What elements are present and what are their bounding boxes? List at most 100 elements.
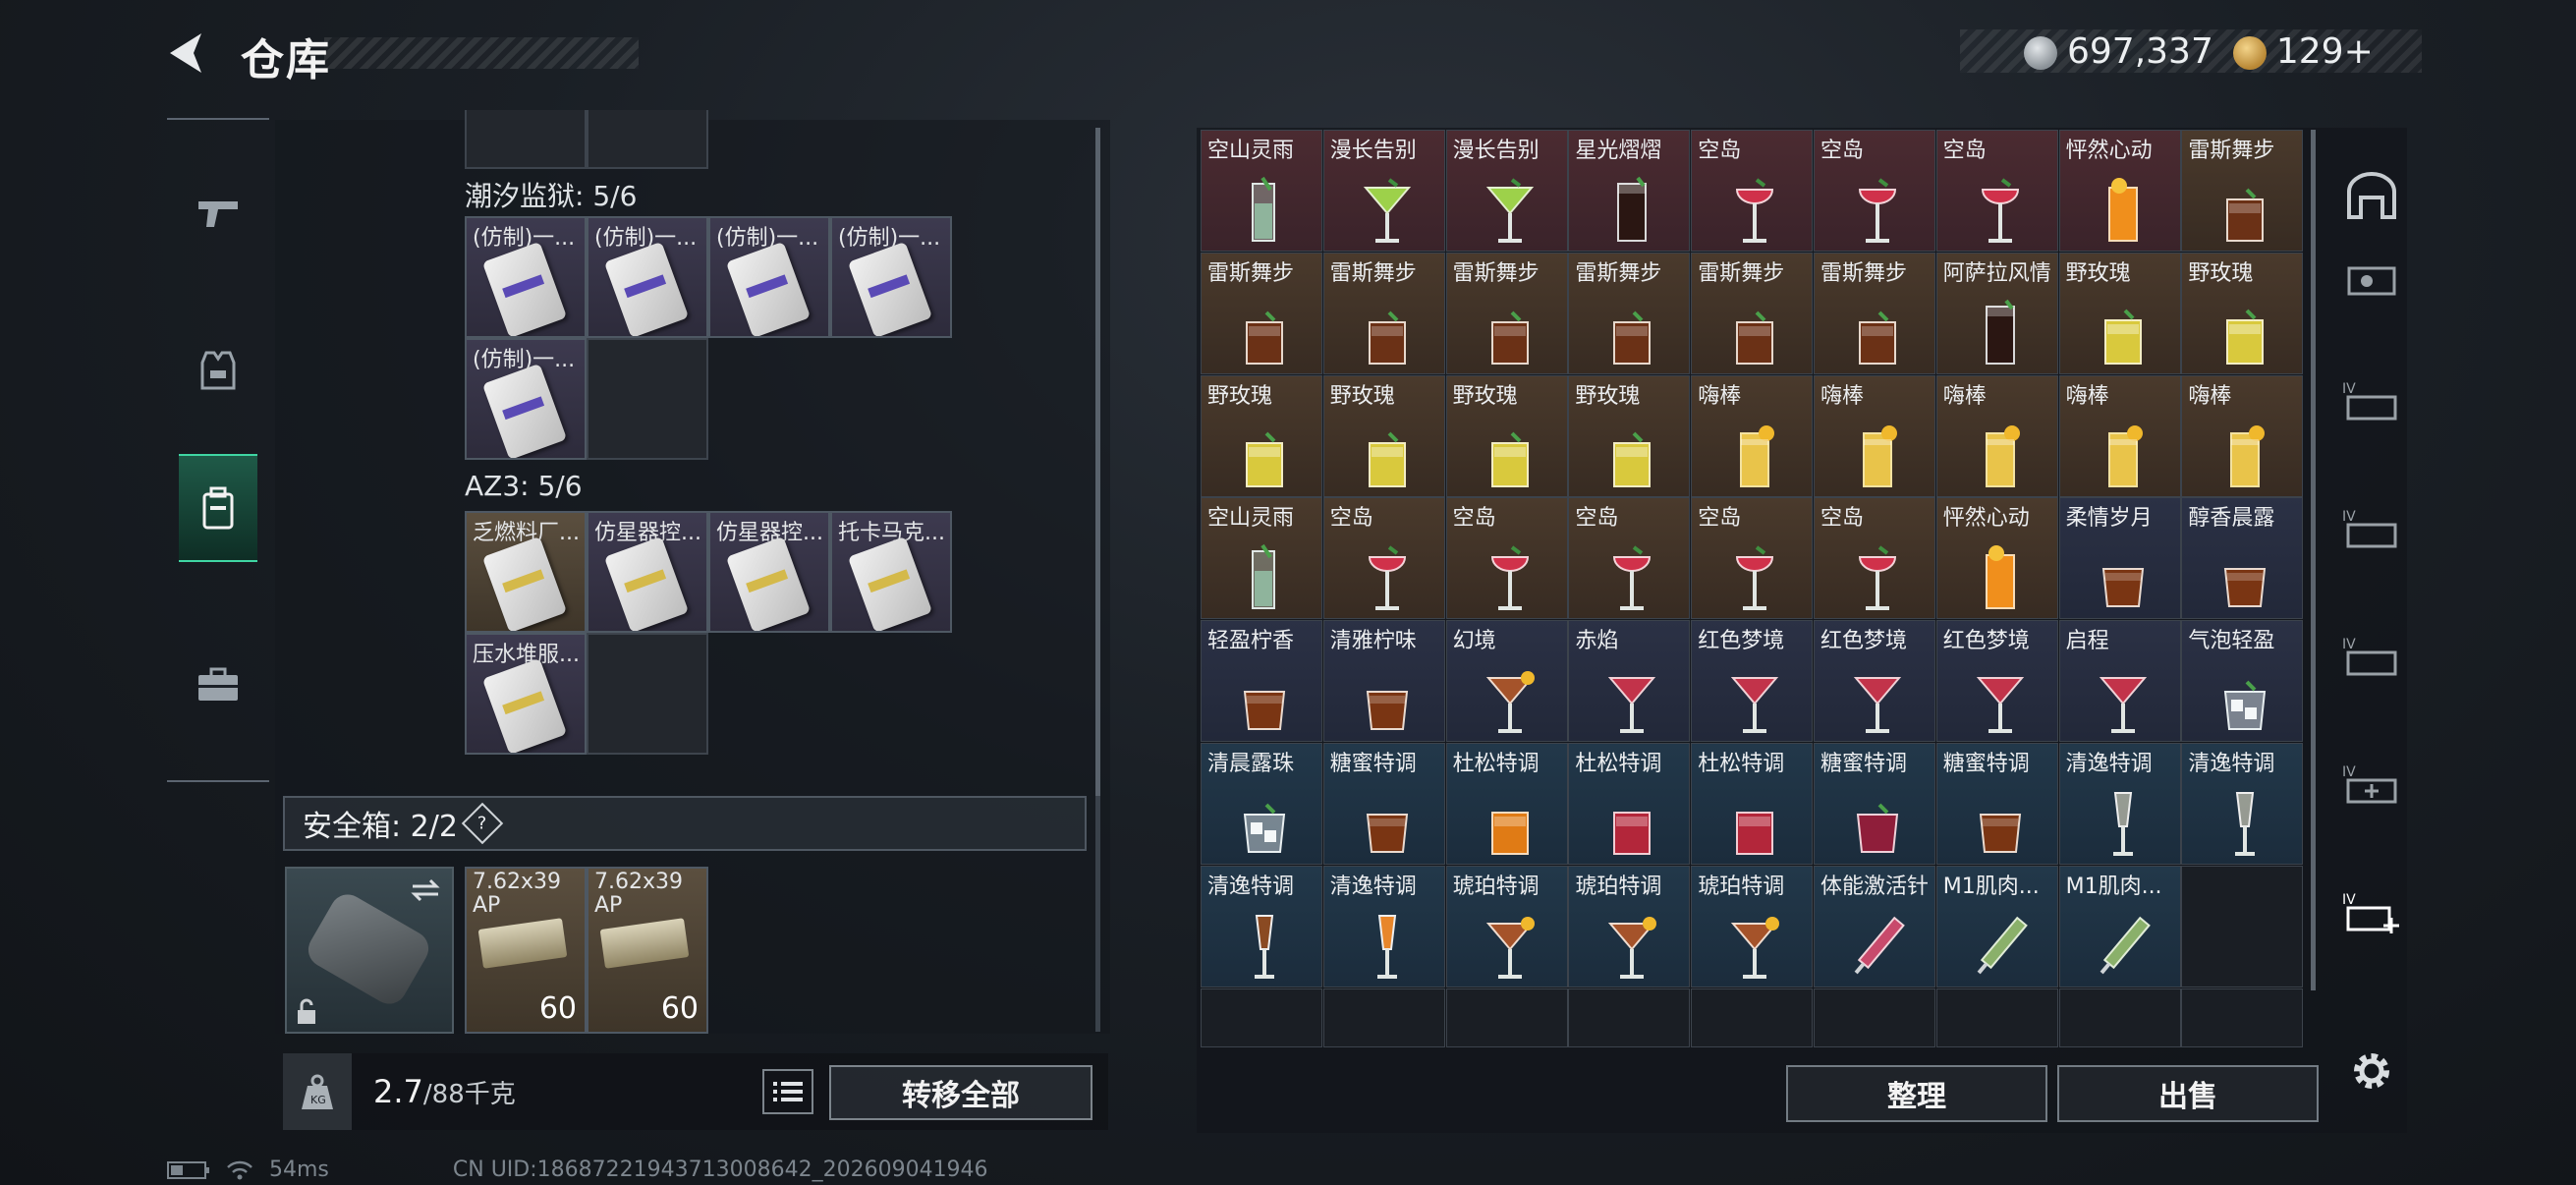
drink-item[interactable]: 嗨棒 xyxy=(1935,374,2058,497)
empty-slot[interactable] xyxy=(587,633,708,755)
drink-item[interactable]: 空岛 xyxy=(1814,497,1935,620)
keycard-item[interactable]: 乏燃料厂... xyxy=(465,511,587,633)
drink-item[interactable]: 琥珀特调 xyxy=(1568,865,1691,988)
drink-item[interactable]: 空岛 xyxy=(1935,130,2058,252)
keycard-item[interactable]: 仿星器控... xyxy=(708,511,830,633)
drink-item[interactable]: 怦然心动 xyxy=(2058,130,2181,252)
drink-item[interactable]: 阿萨拉风情 xyxy=(1935,252,2058,374)
backpack-tab[interactable] xyxy=(179,454,257,562)
drink-item[interactable]: 嗨棒 xyxy=(2058,374,2181,497)
safe-box-container[interactable] xyxy=(285,867,454,1034)
drink-item[interactable]: 幻境 xyxy=(1445,620,1568,743)
drink-item[interactable]: 空岛 xyxy=(1568,497,1691,620)
drink-item[interactable]: 清逸特调 xyxy=(1322,865,1445,988)
drink-item[interactable]: 空岛 xyxy=(1691,130,1814,252)
drink-item[interactable]: 雷斯舞步 xyxy=(1445,252,1568,374)
ammo-item[interactable]: 7.62x39 AP 60 xyxy=(465,867,587,1034)
empty-slot[interactable] xyxy=(1691,988,1814,1047)
drink-item[interactable]: 野玫瑰 xyxy=(2181,252,2304,374)
drink-item[interactable]: 赤焰 xyxy=(1568,620,1691,743)
drink-item[interactable]: 星光熠熠 xyxy=(1568,130,1691,252)
sell-button[interactable]: 出售 xyxy=(2057,1065,2319,1122)
empty-slot[interactable] xyxy=(1322,988,1445,1047)
ammo-item[interactable]: 7.62x39 AP 60 xyxy=(587,867,708,1034)
drink-item[interactable]: 柔情岁月 xyxy=(2058,497,2181,620)
keycard-item[interactable]: (仿制)一... xyxy=(465,216,587,338)
drink-item[interactable]: 空岛 xyxy=(1691,497,1814,620)
list-view-button[interactable] xyxy=(762,1069,813,1114)
warehouse-home-tab[interactable] xyxy=(2336,167,2407,226)
drink-item[interactable]: 野玫瑰 xyxy=(1201,374,1322,497)
drink-item[interactable]: 雷斯舞步 xyxy=(1568,252,1691,374)
keycard-item[interactable]: 压水堆服... xyxy=(465,633,587,755)
drink-item[interactable]: M1肌肉... xyxy=(1935,865,2058,988)
drink-item[interactable]: 空岛 xyxy=(1322,497,1445,620)
drink-item[interactable]: 清逸特调 xyxy=(2058,743,2181,865)
drink-item[interactable]: 红色梦境 xyxy=(1691,620,1814,743)
settings-button[interactable] xyxy=(2336,1042,2407,1100)
warehouse-tab-4[interactable]: IV xyxy=(2336,501,2407,560)
help-icon[interactable]: ? xyxy=(461,802,504,845)
warehouse-expand-tab[interactable]: IV xyxy=(2336,884,2407,943)
drink-item[interactable]: 空山灵雨 xyxy=(1201,497,1322,620)
drink-item[interactable]: 嗨棒 xyxy=(1814,374,1935,497)
drink-item[interactable]: 杜松特调 xyxy=(1568,743,1691,865)
drink-item[interactable]: 野玫瑰 xyxy=(1568,374,1691,497)
drink-item[interactable]: 怦然心动 xyxy=(1935,497,2058,620)
drink-item[interactable]: 杜松特调 xyxy=(1445,743,1568,865)
drink-item[interactable]: 野玫瑰 xyxy=(1322,374,1445,497)
keycard-item[interactable]: (仿制)一... xyxy=(465,338,587,460)
empty-slot[interactable] xyxy=(1814,988,1935,1047)
drink-item[interactable]: 清逸特调 xyxy=(1201,865,1322,988)
back-button[interactable] xyxy=(162,28,211,79)
drink-item[interactable]: 野玫瑰 xyxy=(1445,374,1568,497)
drink-item[interactable]: 红色梦境 xyxy=(1935,620,2058,743)
empty-slot[interactable] xyxy=(2181,988,2304,1047)
warehouse-tab-6[interactable]: IV xyxy=(2336,757,2407,816)
drink-item[interactable]: M1肌肉... xyxy=(2058,865,2181,988)
keycard-item[interactable]: (仿制)一... xyxy=(708,216,830,338)
armor-tab[interactable] xyxy=(179,316,257,424)
keycard-item[interactable]: 托卡马克... xyxy=(830,511,952,633)
drink-item[interactable]: 糖蜜特调 xyxy=(1935,743,2058,865)
empty-slot[interactable] xyxy=(587,338,708,460)
drink-item[interactable]: 轻盈柠香 xyxy=(1201,620,1322,743)
drink-item[interactable]: 糖蜜特调 xyxy=(1322,743,1445,865)
drink-item[interactable]: 空山灵雨 xyxy=(1201,130,1322,252)
backpack-scroll-thumb[interactable] xyxy=(1095,128,1100,796)
gold-currency[interactable]: 129+ xyxy=(2232,31,2374,72)
drink-item[interactable]: 雷斯舞步 xyxy=(1814,252,1935,374)
drink-item[interactable]: 嗨棒 xyxy=(1691,374,1814,497)
empty-slot[interactable] xyxy=(2058,988,2181,1047)
drink-item[interactable]: 清逸特调 xyxy=(2181,743,2304,865)
drink-item[interactable]: 杜松特调 xyxy=(1691,743,1814,865)
warehouse-scrollbar[interactable] xyxy=(2311,130,2316,990)
drink-item[interactable]: 体能激活针 xyxy=(1814,865,1935,988)
sort-button[interactable]: 整理 xyxy=(1786,1065,2047,1122)
drink-item[interactable]: 雷斯舞步 xyxy=(1691,252,1814,374)
drink-item[interactable]: 糖蜜特调 xyxy=(1814,743,1935,865)
empty-slot[interactable] xyxy=(1935,988,2058,1047)
drink-item[interactable]: 雷斯舞步 xyxy=(2181,130,2304,252)
drink-item[interactable]: 醇香晨露 xyxy=(2181,497,2304,620)
drink-item[interactable]: 雷斯舞步 xyxy=(1322,252,1445,374)
drink-item[interactable]: 清晨露珠 xyxy=(1201,743,1322,865)
empty-slot[interactable] xyxy=(1445,988,1568,1047)
drink-item[interactable]: 红色梦境 xyxy=(1814,620,1935,743)
keycard-item[interactable]: (仿制)一... xyxy=(830,216,952,338)
keycard-item[interactable]: 仿星器控... xyxy=(587,511,708,633)
empty-slot[interactable] xyxy=(2181,865,2304,988)
empty-slot[interactable] xyxy=(1201,988,1322,1047)
weapon-tab[interactable] xyxy=(179,159,257,267)
warehouse-tab-2[interactable] xyxy=(2336,251,2407,310)
drink-item[interactable]: 琥珀特调 xyxy=(1691,865,1814,988)
drink-item[interactable]: 空岛 xyxy=(1445,497,1568,620)
warehouse-tab-3[interactable]: IV xyxy=(2336,373,2407,432)
drink-item[interactable]: 雷斯舞步 xyxy=(1201,252,1322,374)
drink-item[interactable]: 空岛 xyxy=(1814,130,1935,252)
swap-icon[interactable] xyxy=(409,876,442,904)
drink-item[interactable]: 嗨棒 xyxy=(2181,374,2304,497)
inventory-cell[interactable] xyxy=(465,110,587,169)
drink-item[interactable]: 启程 xyxy=(2058,620,2181,743)
case-tab[interactable] xyxy=(179,631,257,739)
